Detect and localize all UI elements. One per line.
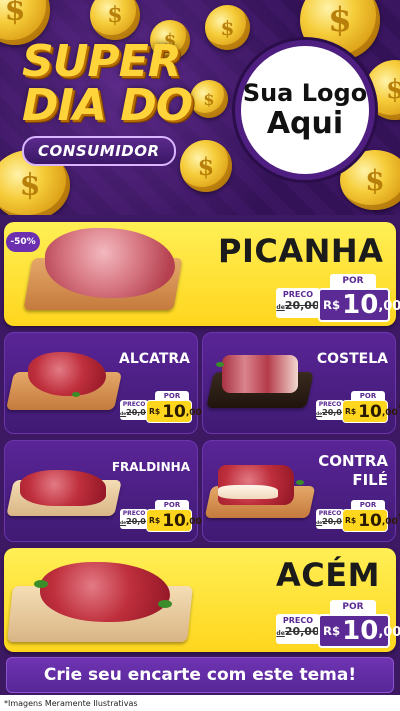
new-price-box: R$ 10 ,00 KG (342, 509, 400, 532)
logo-placeholder: Sua Logo Aqui (235, 40, 375, 180)
currency: R$ (345, 516, 357, 525)
product-name-fraldinha: FRALDINHA (111, 460, 190, 474)
price-decimal: ,00 (378, 299, 400, 314)
herb-icon (34, 580, 48, 588)
alcatra-image (28, 352, 106, 396)
logo-text-2: Aqui (266, 106, 344, 141)
new-price-box: R$ 10 ,00 KG (342, 400, 400, 423)
old-price: de20,00 (120, 408, 152, 417)
header-banner: $ $ $ $ $ $ $ $ $ $ SUPER DIA DO CONSUMI… (0, 0, 400, 215)
herb-icon (72, 392, 80, 397)
currency: R$ (323, 624, 341, 638)
currency: R$ (149, 516, 161, 525)
herb-icon (216, 362, 224, 367)
new-price-box: R$ 10 ,00 KG (146, 400, 212, 423)
price-integer: 10 (162, 510, 186, 531)
price-decimal: ,00 (185, 408, 202, 418)
old-price-box: PRECO de20,00 (276, 614, 320, 644)
fraldinha-image (20, 470, 106, 506)
old-price-box: PRECO de20,00 (316, 509, 348, 529)
preco-label: PRECO (282, 616, 314, 625)
costela-image (222, 355, 298, 393)
preco-label: PRECO (122, 401, 146, 408)
old-price: de20,00 (316, 517, 348, 526)
disclaimer-text: *Imagens Meramente Ilustrativas (0, 695, 400, 711)
title-line-2: DIA DO (22, 80, 193, 131)
promo-title: SUPER DIA DO CONSUMIDOR (22, 40, 202, 166)
name-line-2: FILÉ (352, 471, 388, 489)
price-integer: 10 (342, 290, 379, 320)
currency: R$ (323, 298, 341, 312)
price-decimal: ,00 (185, 517, 202, 527)
preco-label: PRECO (318, 401, 342, 408)
product-name-acem: ACÉM (276, 556, 380, 594)
currency: R$ (149, 407, 161, 416)
herb-icon (158, 600, 172, 608)
price-decimal: ,00 (378, 625, 400, 640)
new-price-box: R$ 10 ,00 KG (318, 614, 400, 648)
cta-banner: Crie seu encarte com este tema! (6, 657, 394, 693)
old-price: de20,00 (316, 408, 348, 417)
preco-label: PRECO (122, 510, 146, 517)
price-integer: 10 (358, 401, 382, 422)
old-price: de20,00 (276, 625, 320, 638)
new-price-box: R$ 10 ,00 KG (318, 288, 400, 322)
product-name-picanha: PICANHA (218, 232, 384, 270)
price-integer: 10 (342, 616, 379, 646)
old-price: de20,00 (120, 517, 152, 526)
coin-icon: $ (205, 5, 250, 50)
discount-badge: -50% (6, 232, 40, 252)
old-price-box: PRECO de20,00 (316, 400, 348, 420)
old-price: de20,00 (276, 299, 320, 312)
old-price-box: PRECO de20,00 (120, 400, 152, 420)
coin-icon: $ (90, 0, 140, 40)
product-name-costela: COSTELA (316, 351, 388, 367)
currency: R$ (345, 407, 357, 416)
price-integer: 10 (358, 510, 382, 531)
por-label: POR (330, 274, 376, 288)
preco-label: PRECO (282, 290, 314, 299)
price-integer: 10 (162, 401, 186, 422)
title-line-1: SUPER (22, 36, 182, 87)
por-label: POR (330, 600, 376, 614)
new-price-box: R$ 10 ,00 KG (146, 509, 212, 532)
old-price-box: PRECO de20,00 (120, 509, 152, 529)
price-decimal: ,00 (381, 408, 398, 418)
price-decimal: ,00 (381, 517, 398, 527)
product-name-alcatra: ALCATRA (119, 351, 190, 367)
logo-text-1: Sua Logo (242, 79, 368, 107)
name-line-1: CONTRA (318, 452, 388, 470)
product-name-contrafile: CONTRA FILÉ (300, 452, 388, 490)
old-price-box: PRECO de20,00 (276, 288, 320, 318)
fat-layer-image (218, 485, 278, 499)
preco-label: PRECO (318, 510, 342, 517)
subtitle-badge: CONSUMIDOR (22, 136, 176, 166)
